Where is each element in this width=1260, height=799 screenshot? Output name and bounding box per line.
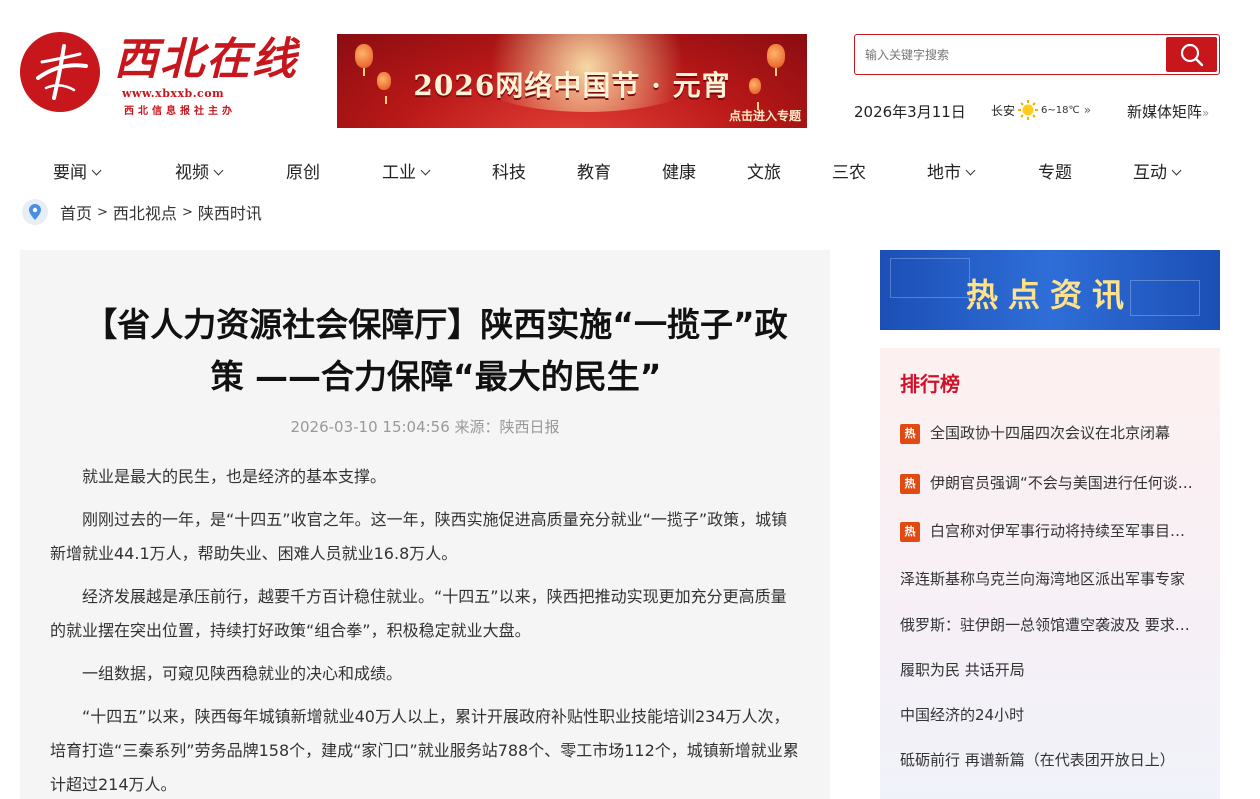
nav-item-jiankang[interactable]: 健康 (662, 158, 696, 183)
article-paragraph: 经济发展越是承压前行，越要千方百计稳住就业。“十四五”以来，陕西把推动实现更加充… (50, 587, 787, 640)
main-nav: 要闻 视频 原创 工业 科技 教育 健康 文旅 三农 地市 专题 互动 (0, 158, 1260, 186)
lantern-festival-banner[interactable]: 2026网络中国节 · 元宵 点击进入专题 (337, 34, 807, 128)
ranking-item[interactable]: 中国经济的24小时 (900, 704, 1195, 725)
breadcrumb-subsection[interactable]: 陕西时讯 (198, 200, 262, 224)
ranking-item-text: 履职为民 共话开局 (900, 661, 1025, 679)
chevron-down-icon (420, 165, 431, 176)
ranking-item-text: 泽连斯基称乌克兰向海湾地区派出军事专家 (900, 570, 1186, 588)
ranking-item[interactable]: 履职为民 共话开局 (900, 659, 1195, 680)
breadcrumb-section[interactable]: 西北视点 (113, 200, 177, 224)
nav-item-hudong[interactable]: 互动 (1133, 158, 1182, 183)
nav-label: 工业 (382, 163, 416, 183)
chevron-down-icon (965, 165, 976, 176)
breadcrumb-separator: > (97, 204, 108, 220)
ranking-panel: 排行榜 热全国政协十四届四次会议在北京闭幕 热伊朗官员强调“不会与美国进行任何谈… (880, 348, 1220, 799)
ranking-item-text: 全国政协十四届四次会议在北京闭幕 (930, 424, 1171, 442)
media-matrix-link[interactable]: 新媒体矩阵» (1127, 101, 1209, 122)
search-box (854, 34, 1220, 75)
logo-emblem-icon (20, 32, 100, 112)
media-matrix-label: 新媒体矩阵 (1127, 103, 1203, 121)
ranking-item[interactable]: 热白宫称对伊军事行动将持续至军事目标达成 (900, 520, 1195, 542)
nav-item-wenlv[interactable]: 文旅 (747, 158, 781, 183)
nav-label: 三农 (832, 163, 866, 183)
current-date: 2026年3月11日 (854, 103, 966, 121)
chevron-down-icon (91, 165, 102, 176)
logo-name: 西北在线 (114, 34, 298, 85)
banner-headline: 2026网络中国节 · 元宵 (413, 69, 731, 102)
hot-news-title: 热点资讯 (965, 276, 1134, 314)
ranking-item[interactable]: 泽连斯基称乌克兰向海湾地区派出军事专家 (900, 568, 1195, 589)
ranking-item[interactable]: 砥砺前行 再谱新篇（在代表团开放日上） (900, 749, 1195, 770)
ranking-item-text: 俄罗斯：驻伊朗一总领馆遭空袭波及 要求各方克制 (900, 616, 1195, 634)
nav-item-sannong[interactable]: 三农 (832, 158, 866, 183)
article-paragraph: 就业是最大的民生，也是经济的基本支撑。 (82, 467, 387, 486)
nav-item-zhuanti[interactable]: 专题 (1038, 158, 1072, 183)
nav-label: 科技 (492, 163, 526, 183)
breadcrumb-separator: > (181, 204, 193, 220)
logo-org: 西北信息报社主办 (124, 106, 236, 117)
weather-temperature: 6~18℃ (1041, 104, 1080, 116)
weather-city: 长安 (991, 103, 1016, 118)
hot-news-banner[interactable]: 热点资讯 (880, 250, 1220, 330)
nav-label: 原创 (286, 163, 320, 183)
nav-label: 互动 (1133, 163, 1167, 183)
site-logo[interactable]: 西北在线 www.xbxxb.com 西北信息报社主办 (20, 32, 310, 117)
search-icon (1180, 43, 1204, 67)
search-input[interactable] (865, 43, 1155, 67)
nav-label: 文旅 (747, 163, 781, 183)
location-pin-icon (22, 199, 48, 225)
ranking-item-text: 砥砺前行 再谱新篇（在代表团开放日上） (900, 751, 1175, 769)
ranking-item[interactable]: 热伊朗官员强调“不会与美国进行任何谈判” (900, 472, 1195, 494)
nav-label: 地市 (927, 163, 961, 183)
nav-item-jiaoyu[interactable]: 教育 (577, 158, 611, 183)
article-paragraph: 一组数据，可窥见陕西稳就业的决心和成绩。 (82, 664, 403, 683)
ranking-item[interactable]: 俄罗斯：驻伊朗一总领馆遭空袭波及 要求各方克制 (900, 614, 1195, 635)
logo-url: www.xbxxb.com (122, 87, 225, 100)
nav-item-yuanchuang[interactable]: 原创 (286, 158, 320, 183)
nav-label: 教育 (577, 163, 611, 183)
nav-label: 要闻 (53, 163, 87, 183)
banner-cta[interactable]: 点击进入专题 (729, 107, 801, 124)
article-meta: 2026-03-10 15:04:56 来源：陕西日报 (290, 418, 560, 436)
article-body: 就业是最大的民生，也是经济的基本支撑。 刚刚过去的一年，是“十四五”收官之年。这… (50, 460, 802, 799)
hot-badge: 热 (900, 474, 920, 494)
ranking-item[interactable]: 热全国政协十四届四次会议在北京闭幕 (900, 422, 1195, 444)
nav-label: 专题 (1038, 163, 1072, 183)
hot-badge: 热 (900, 522, 920, 542)
sun-icon (1018, 100, 1039, 120)
search-button[interactable] (1166, 37, 1217, 72)
nav-item-dishi[interactable]: 地市 (927, 158, 976, 183)
nav-item-shipin[interactable]: 视频 (175, 158, 224, 183)
nav-item-keji[interactable]: 科技 (492, 158, 526, 183)
nav-label: 健康 (662, 163, 696, 183)
article-title: 【省人力资源社会保障厅】陕西实施“一揽子”政策 ——合力保障“最大的民生” (84, 305, 788, 396)
article-paragraph: “十四五”以来，陕西每年城镇新增就业40万人以上，累计开展政府补贴性职业技能培训… (50, 707, 799, 794)
chevron-right-icon: » (1202, 106, 1210, 120)
weather-more-icon[interactable]: » (1084, 103, 1091, 117)
ranking-item-text: 中国经济的24小时 (900, 706, 1025, 724)
weather-widget[interactable]: 长安 6~18℃ » (991, 99, 1091, 121)
article-paragraph: 刚刚过去的一年，是“十四五”收官之年。这一年，陕西实施促进高质量充分就业“一揽子… (50, 510, 788, 563)
article-panel: 【省人力资源社会保障厅】陕西实施“一揽子”政策 ——合力保障“最大的民生” 20… (20, 250, 830, 799)
ranking-item-text: 伊朗官员强调“不会与美国进行任何谈判” (930, 474, 1195, 492)
breadcrumb-home[interactable]: 首页 (60, 200, 92, 224)
ranking-item-text: 白宫称对伊军事行动将持续至军事目标达成 (930, 522, 1195, 540)
chevron-down-icon (213, 165, 224, 176)
ranking-title: 排行榜 (900, 372, 960, 396)
hot-badge: 热 (900, 424, 920, 444)
nav-label: 视频 (175, 163, 209, 183)
nav-item-yaowen[interactable]: 要闻 (53, 158, 102, 183)
chevron-down-icon (1171, 165, 1182, 176)
nav-item-gongye[interactable]: 工业 (382, 158, 431, 183)
breadcrumb: 首页 > 西北视点 > 陕西时讯 (22, 199, 262, 225)
